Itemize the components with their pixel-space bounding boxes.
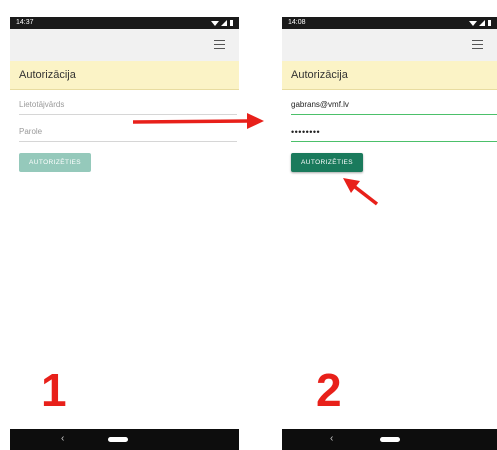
app-bar — [10, 29, 239, 61]
status-bar: 14:37 — [10, 17, 239, 29]
battery-icon — [488, 20, 491, 26]
wifi-icon — [211, 20, 219, 26]
signal-icon — [479, 20, 485, 26]
status-time: 14:08 — [288, 19, 306, 26]
status-icons — [469, 17, 491, 29]
password-field[interactable]: •••••••• — [291, 122, 497, 142]
section-title: Autorizācija — [282, 61, 497, 90]
wifi-icon — [469, 20, 477, 26]
battery-icon — [230, 20, 233, 26]
hamburger-menu-icon[interactable] — [214, 40, 225, 49]
section-title: Autorizācija — [10, 61, 239, 90]
username-field[interactable]: gabrans@vmf.lv — [291, 95, 497, 115]
status-icons — [211, 17, 233, 29]
phone-screen-2: 14:08 Autorizācija gabrans@vmf.lv ••••••… — [282, 0, 497, 450]
authorize-button[interactable]: AUTORIZĒTIES — [19, 153, 91, 172]
back-icon[interactable]: ‹ — [61, 433, 64, 445]
hamburger-menu-icon[interactable] — [472, 40, 483, 49]
signal-icon — [221, 20, 227, 26]
back-icon[interactable]: ‹ — [330, 433, 333, 445]
status-time: 14:37 — [16, 19, 34, 26]
password-field[interactable]: Parole — [19, 122, 237, 142]
system-nav-bar: ‹ — [10, 429, 239, 450]
step-number-1: 1 — [41, 364, 67, 416]
authorize-button[interactable]: AUTORIZĒTIES — [291, 153, 363, 172]
app-bar — [282, 29, 497, 61]
home-pill-icon[interactable] — [108, 437, 128, 442]
system-nav-bar: ‹ — [282, 429, 497, 450]
home-pill-icon[interactable] — [380, 437, 400, 442]
username-field[interactable]: Lietotājvārds — [19, 95, 237, 115]
step-number-2: 2 — [316, 364, 342, 416]
status-bar: 14:08 — [282, 17, 497, 29]
